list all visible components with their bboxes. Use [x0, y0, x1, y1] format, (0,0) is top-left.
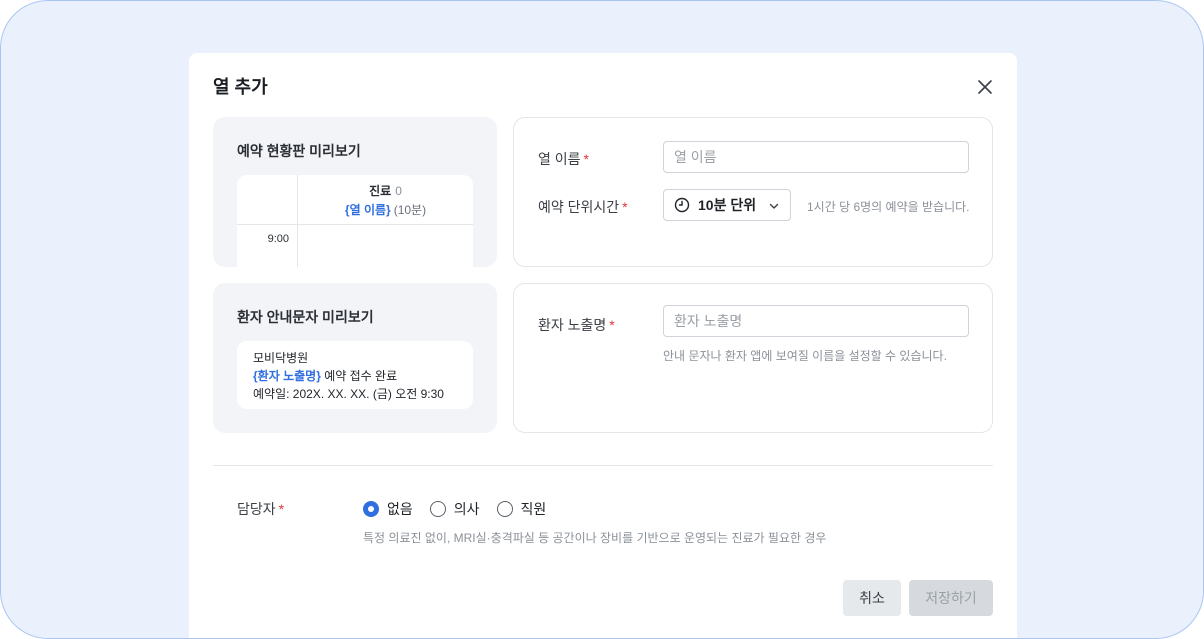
save-button[interactable]: 저장하기	[909, 580, 993, 616]
message-preview-card: 환자 안내문자 미리보기 모비닥병원 {환자 노출명} 예약 접수 완료 예약일…	[213, 283, 497, 433]
column-settings-card: 열 이름* 예약 단위시간* 10분 단위 1시간 당 6명의 예약을 받습니다…	[513, 117, 993, 267]
assignee-help: 특정 의료진 없이, MRI실·충격파실 등 공간이나 장비를 기반으로 운영되…	[363, 531, 827, 545]
radio-option-staff[interactable]: 직원	[496, 499, 547, 519]
column-name-label-text: 열 이름	[538, 151, 581, 167]
unit-time-value: 10분 단위	[698, 197, 757, 213]
chevron-down-icon	[768, 199, 780, 211]
message-line-2-text: 예약 접수 완료	[320, 369, 398, 383]
message-line-3: 예약일: 202X. XX. XX. (금) 오전 9:30	[253, 387, 444, 401]
message-preview: 모비닥병원 {환자 노출명} 예약 접수 완료 예약일: 202X. XX. X…	[237, 341, 473, 409]
board-time-label: 9:00	[267, 233, 289, 245]
display-name-input[interactable]	[663, 305, 969, 337]
board-column-subheader: {열 이름} (10분)	[298, 201, 473, 218]
unit-time-label-text: 예약 단위시간	[538, 199, 620, 215]
radio-label: 없음	[387, 501, 413, 517]
board-preview-card: 예약 현황판 미리보기 진료 0 {열 이름} (10분) 9:00	[213, 117, 497, 267]
assignee-radio-group: 없음 의사 직원	[363, 499, 563, 519]
close-icon	[978, 80, 992, 94]
message-line-2: {환자 노출명} 예약 접수 완료	[253, 367, 457, 385]
board-column-placeholder: {열 이름}	[344, 203, 391, 217]
unit-time-label: 예약 단위시간 *	[538, 197, 628, 217]
radio-label: 의사	[453, 501, 480, 517]
radio-option-none[interactable]: 없음	[363, 499, 413, 519]
dialog-title: 열 추가	[213, 77, 268, 97]
required-mark: *	[622, 199, 628, 215]
required-mark: *	[278, 501, 285, 517]
board-column-header: 진료 0	[298, 182, 473, 199]
message-placeholder: {환자 노출명}	[253, 369, 321, 383]
add-column-dialog: 열 추가 예약 현황판 미리보기 진료0 {열 이름}(10분) 9:00	[189, 53, 1017, 638]
unit-time-select[interactable]: 10분 단위	[663, 189, 791, 221]
board-divider-horizontal	[237, 224, 473, 225]
required-mark: *	[609, 317, 615, 333]
radio-label: 직원	[520, 501, 547, 517]
column-name-label: 열 이름 *	[538, 149, 589, 169]
assignee-label-text: 담당자	[237, 501, 276, 517]
display-name-help: 안내 문자나 환자 앱에 보여질 이름을 설정할 수 있습니다.	[663, 349, 947, 363]
patient-display-card: 환자 노출명* 안내 문자나 환자 앱에 보여질 이름을 설정할 수 있습니다.	[513, 283, 993, 433]
assignee-label: 담당자 *	[237, 499, 284, 519]
radio-button[interactable]	[429, 501, 446, 517]
app-frame: 열 추가 예약 현황판 미리보기 진료0 {열 이름}(10분) 9:00	[0, 0, 1204, 639]
message-preview-title: 환자 안내문자 미리보기	[237, 309, 374, 325]
radio-button-checked[interactable]	[363, 501, 379, 517]
column-name-input[interactable]	[663, 141, 969, 173]
clock-icon	[674, 197, 690, 213]
required-mark: *	[583, 151, 589, 167]
board-column-count: 0	[395, 184, 402, 198]
board-preview-title: 예약 현황판 미리보기	[237, 143, 361, 159]
board-column-unit: (10분)	[393, 203, 427, 217]
section-divider	[213, 465, 993, 466]
board-column-name: 진료	[369, 184, 392, 198]
message-hospital: 모비닥병원	[253, 351, 309, 365]
radio-button[interactable]	[496, 501, 513, 517]
radio-option-doctor[interactable]: 의사	[429, 499, 480, 519]
display-name-label: 환자 노출명 *	[538, 315, 615, 335]
display-name-label-text: 환자 노출명	[538, 317, 607, 333]
unit-time-help: 1시간 당 6명의 예약을 받습니다.	[807, 200, 970, 214]
close-button[interactable]	[973, 75, 997, 99]
board-preview: 진료 0 {열 이름} (10분) 9:00	[237, 175, 473, 267]
cancel-button[interactable]: 취소	[843, 580, 901, 616]
